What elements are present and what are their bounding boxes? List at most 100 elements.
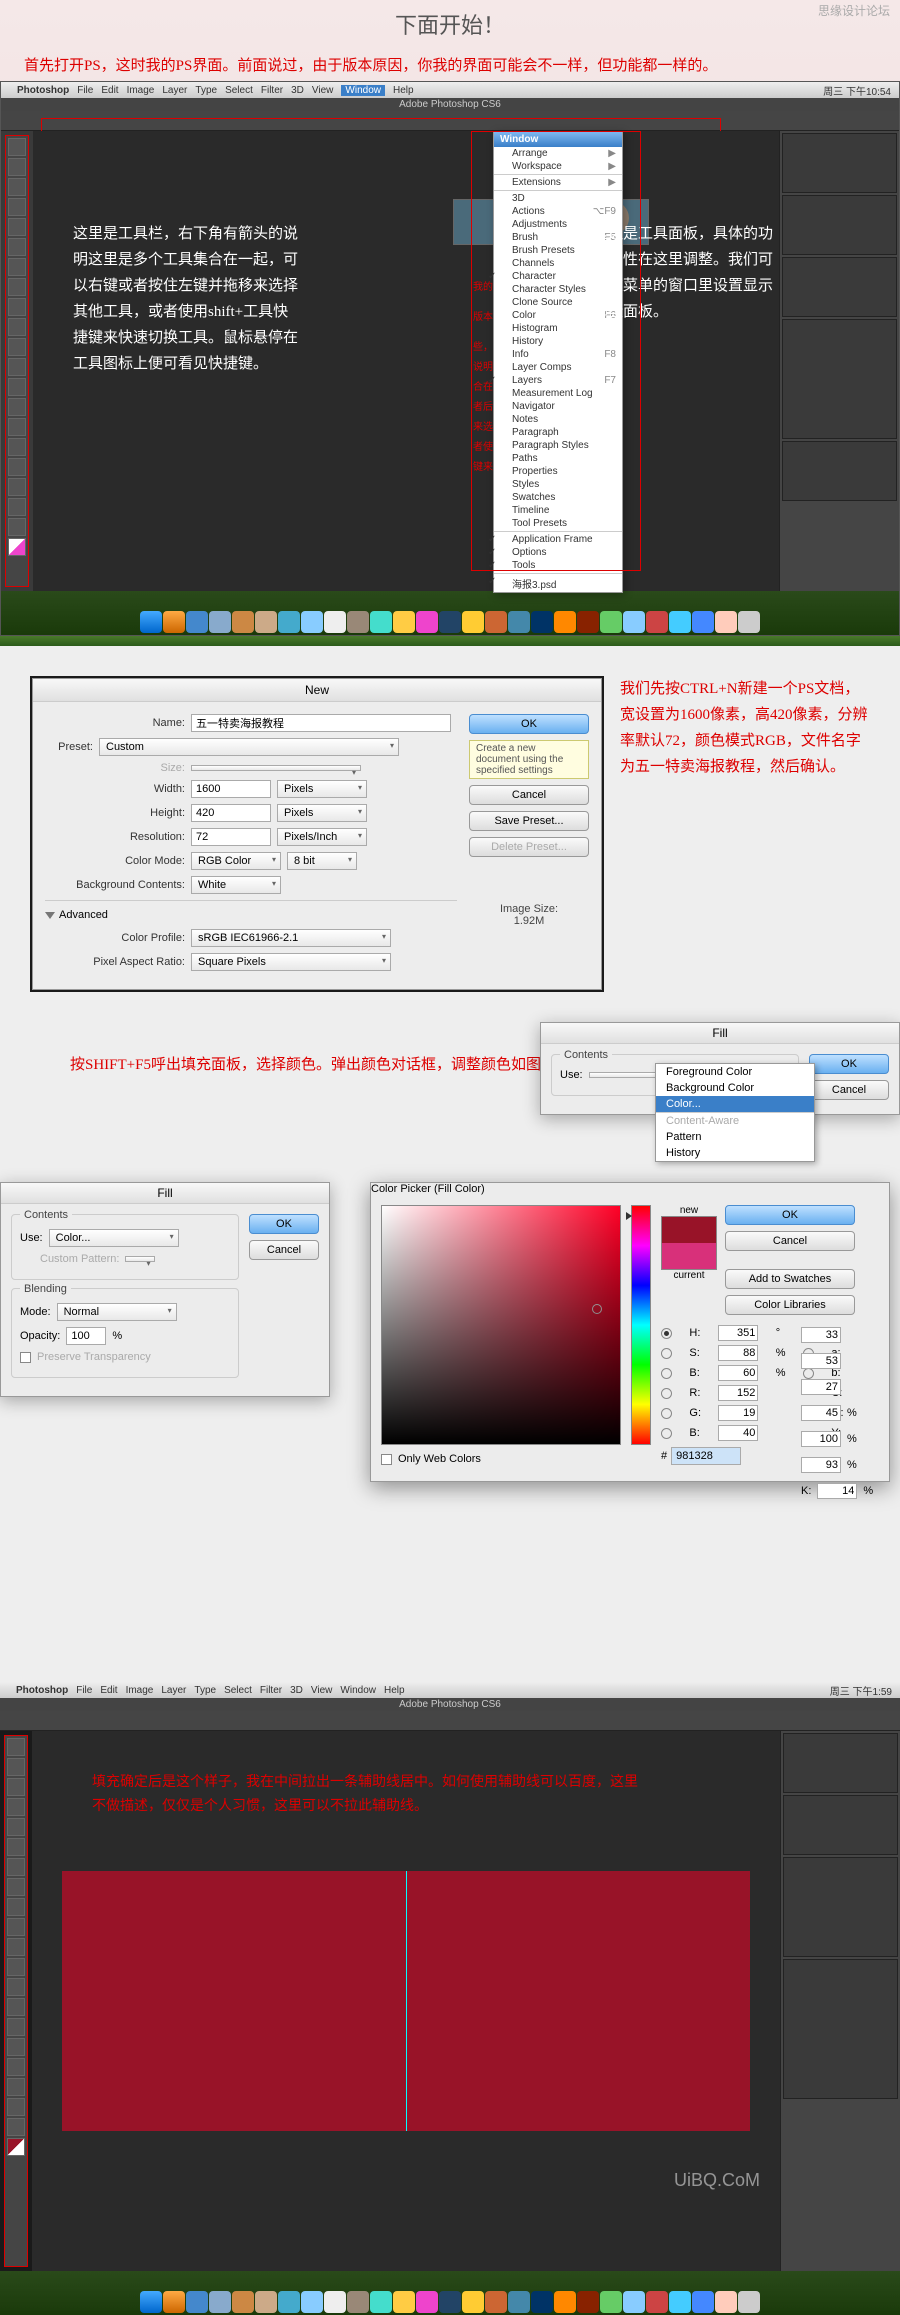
tool[interactable] xyxy=(7,1838,25,1856)
dock-trash-icon[interactable] xyxy=(738,611,760,633)
r-input[interactable] xyxy=(718,1385,758,1401)
radio-h[interactable] xyxy=(661,1328,672,1339)
panel[interactable] xyxy=(783,1795,898,1855)
y-input[interactable] xyxy=(801,1457,841,1473)
add-swatches-button[interactable]: Add to Swatches xyxy=(725,1269,855,1289)
opacity-input[interactable] xyxy=(66,1327,106,1345)
option-background[interactable]: Background Color xyxy=(656,1080,814,1096)
dock-app-icon[interactable] xyxy=(600,611,622,633)
dock-app-icon[interactable] xyxy=(531,611,553,633)
fill-ok-button[interactable]: OK xyxy=(809,1054,889,1074)
par-select[interactable]: Square Pixels xyxy=(191,953,391,971)
picker-ok-button[interactable]: OK xyxy=(725,1205,855,1225)
option-pattern[interactable]: Pattern xyxy=(656,1129,814,1145)
menu-image[interactable]: Image xyxy=(127,85,155,96)
dock-app-icon[interactable] xyxy=(669,611,691,633)
dock-app-icon[interactable] xyxy=(186,611,208,633)
tool[interactable] xyxy=(7,1938,25,1956)
document-canvas[interactable] xyxy=(62,1871,750,2131)
use-dropdown[interactable]: Foreground Color Background Color Color.… xyxy=(655,1063,815,1162)
tool-gradient[interactable] xyxy=(8,358,26,376)
use-select2[interactable]: Color... xyxy=(49,1229,179,1247)
menu-window[interactable]: Window xyxy=(341,85,385,96)
tool-colors2[interactable] xyxy=(7,2138,25,2156)
resolution-unit-select[interactable]: Pixels/Inch xyxy=(277,828,367,846)
menu-3d[interactable]: 3D xyxy=(291,85,304,96)
dock-app-icon[interactable] xyxy=(554,611,576,633)
dock-app-icon[interactable] xyxy=(255,611,277,633)
tool[interactable] xyxy=(7,1778,25,1796)
advanced-toggle[interactable]: Advanced xyxy=(45,900,457,921)
menu-view2[interactable]: View xyxy=(311,1685,333,1696)
hue-slider[interactable] xyxy=(631,1205,651,1445)
dock-ps-icon[interactable] xyxy=(462,611,484,633)
tool[interactable] xyxy=(7,1878,25,1896)
tool[interactable] xyxy=(7,1738,25,1756)
dock-icon[interactable] xyxy=(140,2291,162,2313)
dock-icon[interactable] xyxy=(692,2291,714,2313)
dock-icon[interactable] xyxy=(416,2291,438,2313)
dock-icon[interactable] xyxy=(554,2291,576,2313)
menubar-app[interactable]: Photoshop xyxy=(17,85,69,96)
tool-eyedropper[interactable] xyxy=(8,238,26,256)
tool[interactable] xyxy=(7,2118,25,2136)
tool-path[interactable] xyxy=(8,458,26,476)
dock-icon[interactable] xyxy=(393,2291,415,2313)
tool-dodge[interactable] xyxy=(8,398,26,416)
width-input[interactable] xyxy=(191,780,271,798)
dock-icon[interactable] xyxy=(715,2291,737,2313)
dock-ai-icon[interactable] xyxy=(485,611,507,633)
dock-icon[interactable] xyxy=(347,2291,369,2313)
tool[interactable] xyxy=(7,1918,25,1936)
a-input[interactable] xyxy=(801,1353,841,1369)
dock-icon[interactable] xyxy=(669,2291,691,2313)
dock-icon[interactable] xyxy=(278,2291,300,2313)
s-input[interactable] xyxy=(718,1345,758,1361)
tool-pen[interactable] xyxy=(8,418,26,436)
menu-layer[interactable]: Layer xyxy=(162,85,187,96)
dock-icon[interactable] xyxy=(738,2291,760,2313)
dock-icon[interactable] xyxy=(646,2291,668,2313)
tool[interactable] xyxy=(7,2038,25,2056)
dock-icon[interactable] xyxy=(163,2291,185,2313)
dock-app-icon[interactable] xyxy=(577,611,599,633)
tool-marquee[interactable] xyxy=(8,158,26,176)
panel-adjustments[interactable] xyxy=(782,257,897,317)
dock-icon[interactable] xyxy=(255,2291,277,2313)
dock-app-icon[interactable] xyxy=(232,611,254,633)
mac-dock2[interactable] xyxy=(0,2271,900,2315)
radio-bv[interactable] xyxy=(661,1428,672,1439)
menu-filter2[interactable]: Filter xyxy=(260,1685,282,1696)
profile-select[interactable]: sRGB IEC61966-2.1 xyxy=(191,929,391,947)
dock-app-icon[interactable] xyxy=(715,611,737,633)
tool-shape[interactable] xyxy=(8,478,26,496)
dock-app-icon[interactable] xyxy=(347,611,369,633)
dock-icon[interactable] xyxy=(485,2291,507,2313)
dock-app-icon[interactable] xyxy=(623,611,645,633)
bv-input[interactable] xyxy=(718,1425,758,1441)
radio-g[interactable] xyxy=(661,1408,672,1419)
fill-cancel-button2[interactable]: Cancel xyxy=(249,1240,319,1260)
tool[interactable] xyxy=(7,1978,25,1996)
c-input[interactable] xyxy=(801,1405,841,1421)
options-bar[interactable] xyxy=(1,111,899,131)
dock-icon[interactable] xyxy=(232,2291,254,2313)
vertical-guide[interactable] xyxy=(406,1871,407,2131)
tool-brush[interactable] xyxy=(8,278,26,296)
dock-icon[interactable] xyxy=(623,2291,645,2313)
radio-s[interactable] xyxy=(661,1348,672,1359)
dock-app-icon[interactable] xyxy=(301,611,323,633)
panel-character[interactable] xyxy=(782,441,897,501)
tool-type[interactable] xyxy=(8,438,26,456)
dock-icon[interactable] xyxy=(531,2291,553,2313)
save-preset-button[interactable]: Save Preset... xyxy=(469,811,589,831)
fill-cancel-button[interactable]: Cancel xyxy=(809,1080,889,1100)
tool[interactable] xyxy=(7,2018,25,2036)
name-input[interactable] xyxy=(191,714,451,732)
option-color[interactable]: Color... xyxy=(656,1096,814,1112)
colormode-select[interactable]: RGB Color xyxy=(191,852,281,870)
tool-history[interactable] xyxy=(8,318,26,336)
tool[interactable] xyxy=(7,2078,25,2096)
g-input[interactable] xyxy=(718,1405,758,1421)
menu-3d2[interactable]: 3D xyxy=(290,1685,303,1696)
